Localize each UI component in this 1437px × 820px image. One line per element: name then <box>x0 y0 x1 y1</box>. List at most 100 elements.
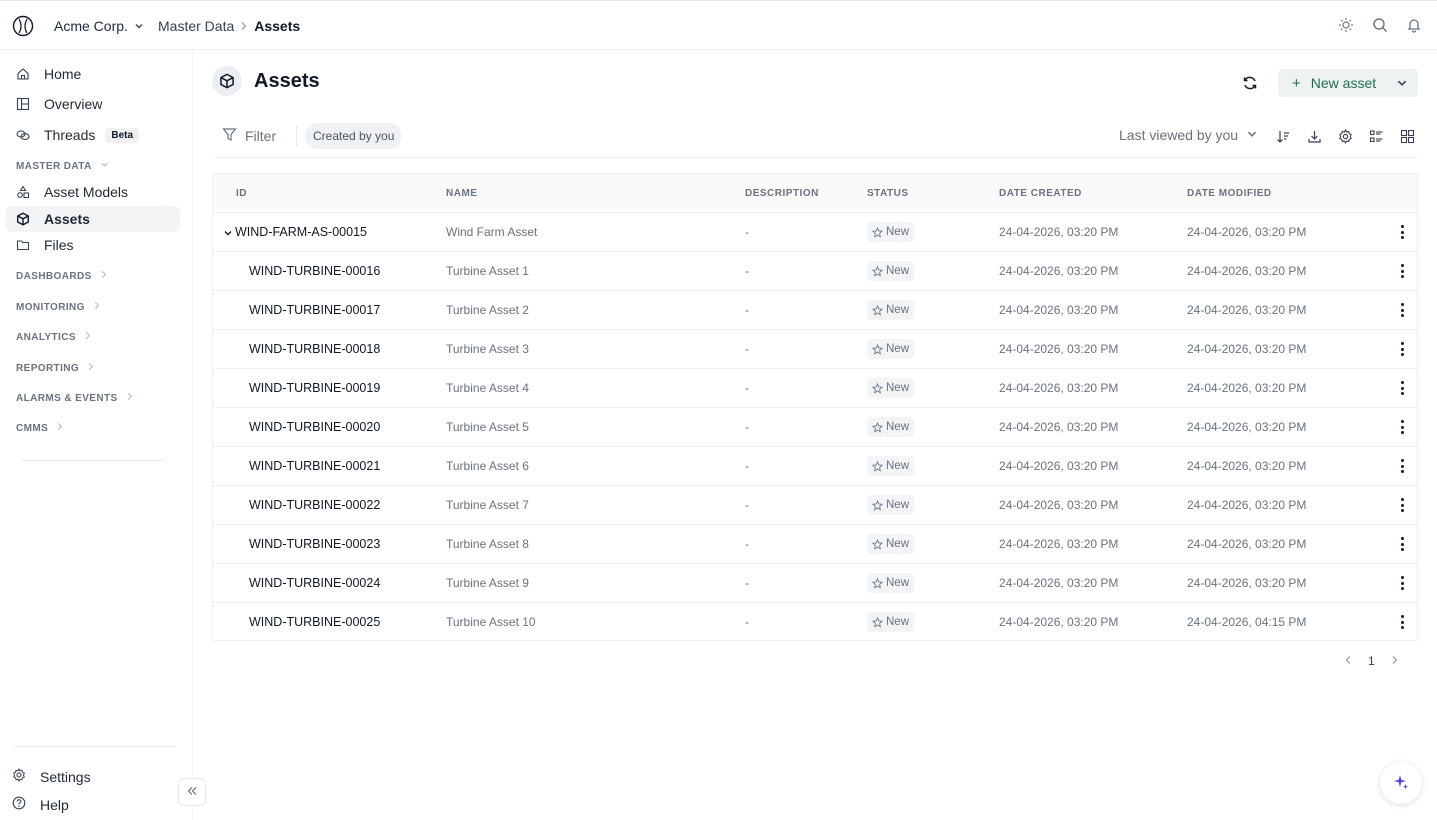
table-row[interactable]: WIND-TURBINE-00020 Turbine Asset 5 - New 24-… <box>213 408 1417 447</box>
more-options-icon[interactable] <box>1396 379 1408 397</box>
cell-id[interactable]: WIND-TURBINE-00023 <box>249 537 380 551</box>
column-header-date-modified[interactable]: DATE MODIFIED <box>1187 188 1272 199</box>
cell-name: Turbine Asset 10 <box>446 615 536 629</box>
gear-icon <box>12 767 26 785</box>
star-icon <box>872 499 883 511</box>
status-label: New <box>886 499 910 511</box>
table-row[interactable]: WIND-TURBINE-00024 Turbine Asset 9 - New 24-… <box>213 564 1417 603</box>
cell-id[interactable]: WIND-TURBINE-00021 <box>249 459 380 473</box>
bell-icon[interactable] <box>1405 16 1423 34</box>
page-number[interactable]: 1 <box>1368 654 1375 668</box>
cell-id[interactable]: WIND-TURBINE-00019 <box>249 381 380 395</box>
column-header-date-created[interactable]: DATE CREATED <box>999 188 1082 199</box>
created-by-you-chip[interactable]: Created by you <box>305 123 403 149</box>
sort-icon[interactable] <box>1274 127 1292 145</box>
breadcrumb: Master Data Assets <box>158 18 300 34</box>
cell-id[interactable]: WIND-TURBINE-00018 <box>249 342 380 356</box>
table-row[interactable]: WIND-TURBINE-00018 Turbine Asset 3 - New 24-… <box>213 330 1417 369</box>
more-options-icon[interactable] <box>1396 340 1408 358</box>
app-logo-icon[interactable] <box>12 15 34 37</box>
table-row[interactable]: WIND-TURBINE-00019 Turbine Asset 4 - New 24-… <box>213 369 1417 408</box>
sidebar-item-overview[interactable]: Overview <box>6 91 180 117</box>
settings-label: Settings <box>40 768 91 785</box>
more-options-icon[interactable] <box>1396 418 1408 436</box>
section-monitoring[interactable]: MONITORING <box>16 301 101 313</box>
cell-date-modified: 24-04-2026, 03:20 PM <box>1187 381 1307 395</box>
column-header-id[interactable]: ID <box>236 188 247 199</box>
cell-description: - <box>745 264 749 278</box>
table-row[interactable]: WIND-FARM-AS-00015 Wind Farm Asset - New 24-… <box>213 213 1417 252</box>
list-view-icon[interactable] <box>1367 127 1385 145</box>
sort-select[interactable]: Last viewed by you <box>1119 127 1258 143</box>
table-row[interactable]: WIND-TURBINE-00016 Turbine Asset 1 - New 24-… <box>213 252 1417 291</box>
sidebar-item-asset-models[interactable]: Asset Models <box>6 179 180 205</box>
cell-date-modified: 24-04-2026, 03:20 PM <box>1187 498 1307 512</box>
grid-view-icon[interactable] <box>1398 127 1416 145</box>
cell-name: Turbine Asset 9 <box>446 576 529 590</box>
table-row[interactable]: WIND-TURBINE-00021 Turbine Asset 6 - New 24-… <box>213 447 1417 486</box>
gear-icon[interactable] <box>1336 127 1354 145</box>
more-options-icon[interactable] <box>1396 496 1408 514</box>
chevron-down-icon[interactable] <box>1396 77 1408 92</box>
download-icon[interactable] <box>1305 127 1323 145</box>
section-master-data[interactable]: MASTER DATA <box>16 160 109 172</box>
chevron-down-icon[interactable] <box>223 226 233 241</box>
cell-date-created: 24-04-2026, 03:20 PM <box>999 498 1119 512</box>
table-row[interactable]: WIND-TURBINE-00022 Turbine Asset 7 - New 24-… <box>213 486 1417 525</box>
column-header-description[interactable]: DESCRIPTION <box>745 188 819 199</box>
section-reporting[interactable]: REPORTING <box>16 362 95 374</box>
chevron-right-icon[interactable] <box>1391 654 1399 668</box>
refresh-icon[interactable] <box>1240 73 1260 93</box>
more-options-icon[interactable] <box>1396 535 1408 553</box>
sidebar-item-home[interactable]: Home <box>6 61 180 87</box>
table-row[interactable]: WIND-TURBINE-00025 Turbine Asset 10 - New 24… <box>213 603 1417 642</box>
column-header-status[interactable]: STATUS <box>867 188 909 199</box>
sidebar-item-files[interactable]: Files <box>6 232 180 258</box>
cell-id[interactable]: WIND-TURBINE-00025 <box>249 615 380 629</box>
cell-id[interactable]: WIND-TURBINE-00017 <box>249 303 380 317</box>
status-label: New <box>886 421 910 433</box>
filter-button[interactable]: Filter <box>222 127 276 145</box>
cell-id[interactable]: WIND-TURBINE-00022 <box>249 498 380 512</box>
more-options-icon[interactable] <box>1396 574 1408 592</box>
cell-id[interactable]: WIND-TURBINE-00016 <box>249 264 380 278</box>
sun-icon[interactable] <box>1337 16 1355 34</box>
cell-id[interactable]: WIND-TURBINE-00020 <box>249 420 380 434</box>
cell-date-modified: 24-04-2026, 03:20 PM <box>1187 576 1307 590</box>
more-options-icon[interactable] <box>1396 223 1408 241</box>
collapse-sidebar-button[interactable] <box>178 778 206 806</box>
sidebar-item-help[interactable]: Help <box>12 796 69 813</box>
section-label: MONITORING <box>16 301 85 313</box>
breadcrumb-master-data[interactable]: Master Data <box>158 18 234 34</box>
chevron-left-icon[interactable] <box>1344 654 1352 668</box>
search-icon[interactable] <box>1371 16 1389 34</box>
section-cmms[interactable]: CMMS <box>16 422 64 434</box>
sidebar-item-assets[interactable]: Assets <box>6 206 180 232</box>
cell-name: Turbine Asset 5 <box>446 420 529 434</box>
chevron-right-icon <box>56 422 64 434</box>
section-analytics[interactable]: ANALYTICS <box>16 331 92 343</box>
asset-models-icon <box>16 185 30 199</box>
sidebar-item-settings[interactable]: Settings <box>12 767 91 785</box>
column-header-name[interactable]: NAME <box>446 188 477 199</box>
sidebar-item-threads[interactable]: Threads Beta <box>6 122 180 148</box>
new-asset-button[interactable]: + New asset <box>1278 69 1418 97</box>
table-row[interactable]: WIND-TURBINE-00017 Turbine Asset 2 - New 24-… <box>213 291 1417 330</box>
toolbar-separator <box>296 126 297 146</box>
section-label: MASTER DATA <box>16 160 92 172</box>
section-dashboards[interactable]: DASHBOARDS <box>16 270 108 282</box>
more-options-icon[interactable] <box>1396 613 1408 631</box>
cell-name: Turbine Asset 6 <box>446 459 529 473</box>
cell-description: - <box>745 381 749 395</box>
ai-assistant-button[interactable] <box>1380 762 1422 804</box>
table-row[interactable]: WIND-TURBINE-00023 Turbine Asset 8 - New 24-… <box>213 525 1417 564</box>
more-options-icon[interactable] <box>1396 457 1408 475</box>
cell-id[interactable]: WIND-FARM-AS-00015 <box>235 225 367 239</box>
more-options-icon[interactable] <box>1396 301 1408 319</box>
status-label: New <box>886 460 910 472</box>
org-switcher[interactable]: Acme Corp. <box>54 18 144 34</box>
star-icon <box>872 343 883 355</box>
cell-id[interactable]: WIND-TURBINE-00024 <box>249 576 380 590</box>
more-options-icon[interactable] <box>1396 262 1408 280</box>
section-alarms-events[interactable]: ALARMS & EVENTS <box>16 392 134 404</box>
